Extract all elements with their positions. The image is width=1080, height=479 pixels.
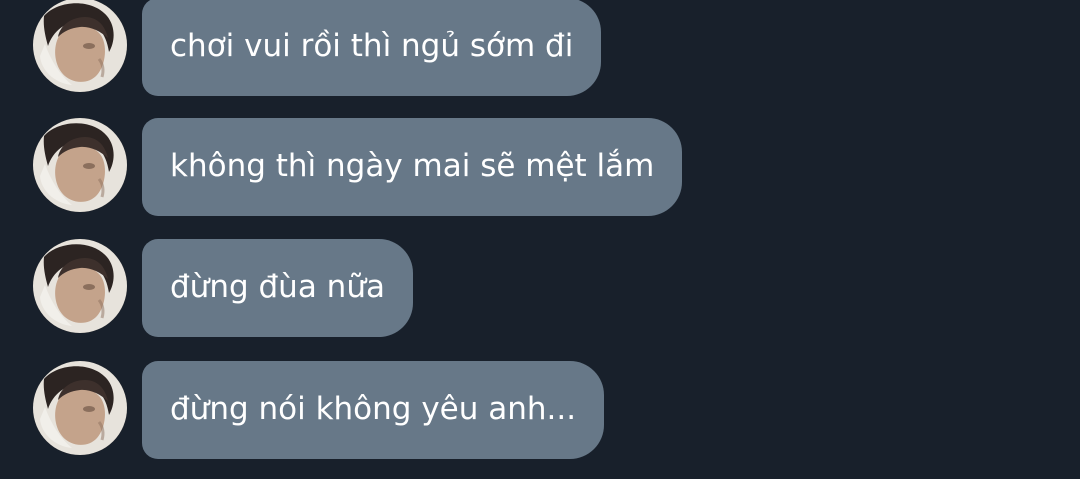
avatar-image bbox=[33, 361, 127, 455]
message-bubble[interactable]: không thì ngày mai sẽ mệt lắm bbox=[142, 118, 683, 216]
message-bubble[interactable]: đừng đùa nữa bbox=[142, 239, 413, 337]
profile-avatar-icon[interactable] bbox=[33, 239, 127, 333]
avatar-image bbox=[33, 118, 127, 212]
message-text: đừng đùa nữa bbox=[170, 268, 385, 305]
message-row: đừng đùa nữa bbox=[0, 239, 1080, 337]
avatar-image bbox=[33, 239, 127, 333]
avatar-image bbox=[33, 0, 127, 92]
message-text: chơi vui rồi thì ngủ sớm đi bbox=[170, 27, 574, 64]
message-row: không thì ngày mai sẽ mệt lắm bbox=[0, 118, 1080, 216]
profile-avatar-icon[interactable] bbox=[33, 361, 127, 455]
message-bubble[interactable]: đừng nói không yêu anh... bbox=[142, 361, 605, 459]
profile-avatar-icon[interactable] bbox=[33, 0, 127, 92]
chat-thread: chơi vui rồi thì ngủ sớm đi không thì ng… bbox=[0, 0, 1080, 479]
message-bubble[interactable]: chơi vui rồi thì ngủ sớm đi bbox=[142, 0, 602, 96]
message-text: đừng nói không yêu anh... bbox=[170, 390, 577, 427]
profile-avatar-icon[interactable] bbox=[33, 118, 127, 212]
message-text: không thì ngày mai sẽ mệt lắm bbox=[170, 147, 655, 184]
message-row: chơi vui rồi thì ngủ sớm đi bbox=[0, 0, 1080, 96]
message-row: đừng nói không yêu anh... bbox=[0, 361, 1080, 459]
